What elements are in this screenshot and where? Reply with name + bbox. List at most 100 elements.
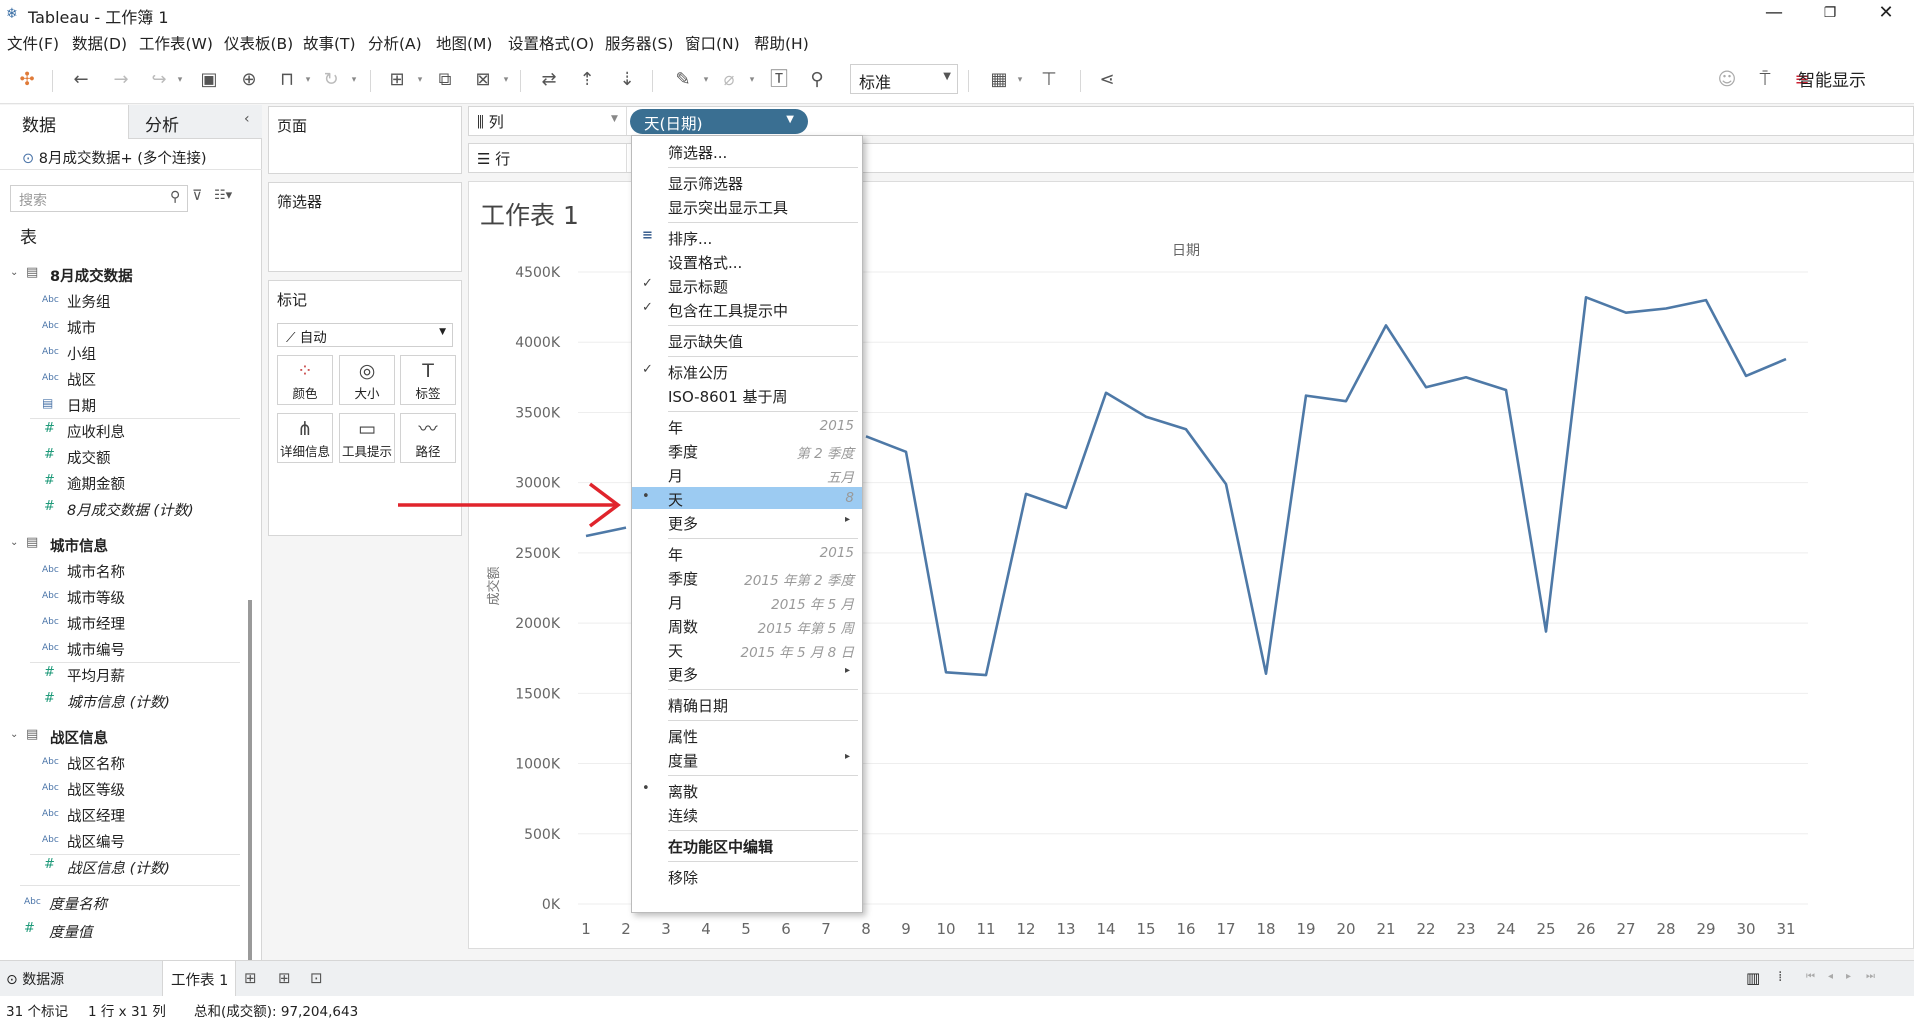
fit-select[interactable]: 标准 ▼	[850, 64, 958, 94]
menu-item[interactable]: 月 2015 年 5 月	[632, 590, 862, 613]
highlight-dropdown-icon[interactable]: ▾	[700, 68, 712, 92]
first-sheet-icon[interactable]: ⏮	[1806, 971, 1815, 982]
sort-descending-icon[interactable]: ⇣	[614, 68, 640, 92]
data-point[interactable]	[1423, 384, 1429, 390]
mark-type-select[interactable]: ⟋ 自动 ▼	[277, 323, 453, 347]
menu-item[interactable]: • 天 8	[632, 487, 862, 509]
highlight-icon[interactable]: ✎	[670, 68, 696, 92]
menu-item[interactable]: 设置格式...	[632, 250, 862, 272]
next-sheet-icon[interactable]: ▸	[1846, 971, 1851, 982]
menu-analysis[interactable]: 分析(A)	[368, 32, 422, 54]
tooltip-button[interactable]: ▭ 工具提示	[339, 413, 395, 463]
data-point[interactable]	[1743, 373, 1749, 379]
menu-item[interactable]: 移除	[632, 865, 862, 887]
duplicate-sheet-icon[interactable]: ⧉	[432, 68, 458, 92]
clear-sheet-icon[interactable]: ⊠	[470, 68, 496, 92]
tableau-home-icon[interactable]: ✣	[14, 68, 40, 92]
close-button[interactable]: ✕	[1858, 0, 1914, 28]
data-point[interactable]	[1503, 387, 1509, 393]
ask-data-icon[interactable]: ☺	[1714, 68, 1740, 92]
measure-field[interactable]: # 平均月薪	[0, 663, 240, 687]
dimension-field[interactable]: Abc 业务组	[0, 289, 240, 313]
menu-item[interactable]: 显示筛选器	[632, 171, 862, 193]
dimension-field[interactable]: Abc 小组	[0, 341, 240, 365]
chevron-down-icon[interactable]: ⌄	[10, 729, 18, 740]
show-me-button[interactable]: 智能显示	[1798, 66, 1866, 91]
sheet-tab-1[interactable]: 工作表 1	[162, 961, 236, 997]
menu-item[interactable]: ✓ 包含在工具提示中	[632, 298, 862, 320]
filters-card[interactable]: 筛选器	[268, 182, 462, 272]
menu-item[interactable]: 季度 第 2 季度	[632, 439, 862, 462]
pause-dropdown-icon[interactable]: ▾	[302, 68, 314, 92]
menu-item[interactable]: 显示缺失值	[632, 329, 862, 351]
new-worksheet-dropdown-icon[interactable]: ▾	[414, 68, 426, 92]
group-members-icon[interactable]: ⌀	[716, 68, 742, 92]
dimension-field[interactable]: Abc 城市经理	[0, 611, 240, 635]
day-date-pill[interactable]: 天(日期) ▼	[630, 109, 808, 134]
data-point[interactable]	[1303, 393, 1309, 399]
save-icon[interactable]: ▣	[196, 68, 222, 92]
menu-item[interactable]: 周数 2015 年第 5 周	[632, 614, 862, 637]
new-worksheet-icon[interactable]: ⊞	[384, 68, 410, 92]
dimension-field[interactable]: Abc 战区等级	[0, 777, 240, 801]
data-point[interactable]	[1783, 356, 1789, 362]
data-point[interactable]	[1143, 414, 1149, 420]
pages-card[interactable]: 页面	[268, 106, 462, 174]
new-datasource-icon[interactable]: ⊕	[236, 68, 262, 92]
measure-field[interactable]: # 应收利息	[0, 419, 240, 443]
swap-axes-icon[interactable]: ⇄	[536, 68, 562, 92]
dimension-field[interactable]: Abc 战区	[0, 367, 240, 391]
detail-button[interactable]: ⋔ 详细信息	[277, 413, 333, 463]
data-point[interactable]	[1343, 398, 1349, 404]
pin-axes-icon[interactable]: ⚲	[804, 68, 830, 92]
data-point[interactable]	[1663, 306, 1669, 312]
dimension-field[interactable]: Abc 战区经理	[0, 803, 240, 827]
maximize-button[interactable]: ❐	[1802, 0, 1858, 28]
new-story-tab-icon[interactable]: ⊡	[310, 969, 323, 987]
data-point[interactable]	[1703, 297, 1709, 303]
data-point[interactable]	[1623, 310, 1629, 316]
menu-item[interactable]: 连续	[632, 803, 862, 825]
data-point[interactable]	[983, 672, 989, 678]
last-sheet-icon[interactable]: ⏭	[1866, 971, 1875, 982]
dimension-field[interactable]: Abc 城市编号	[0, 637, 240, 661]
menu-file[interactable]: 文件(F)	[7, 32, 59, 54]
measure-names-field[interactable]: Abc 度量名称	[0, 891, 240, 915]
color-button[interactable]: ⁘ 颜色	[277, 355, 333, 405]
data-point[interactable]	[1543, 629, 1549, 635]
menu-item[interactable]: 更多 ▸	[632, 662, 862, 684]
label-button[interactable]: T 标签	[400, 355, 456, 405]
data-point[interactable]	[863, 433, 869, 439]
minimize-button[interactable]: —	[1746, 0, 1802, 28]
data-point[interactable]	[1383, 322, 1389, 328]
show-cards-dropdown-icon[interactable]: ▾	[1014, 68, 1026, 92]
pause-updates-icon[interactable]: ⊓	[274, 68, 300, 92]
dimension-field[interactable]: Abc 城市	[0, 315, 240, 339]
menu-item[interactable]: ISO-8601 基于周	[632, 384, 862, 406]
dimension-field[interactable]: Abc 战区编号	[0, 829, 240, 853]
menu-item[interactable]: 显示突出显示工具	[632, 195, 862, 217]
menu-item[interactable]: 度量 ▸	[632, 748, 862, 770]
menu-help[interactable]: 帮助(H)	[754, 32, 809, 54]
show-cards-icon[interactable]: ▦	[986, 68, 1012, 92]
data-point[interactable]	[1583, 294, 1589, 300]
dimension-field[interactable]: Abc 城市名称	[0, 559, 240, 583]
data-point[interactable]	[1103, 390, 1109, 396]
clear-dropdown-icon[interactable]: ▾	[500, 68, 512, 92]
dimension-field[interactable]: ▤ 日期	[0, 393, 240, 417]
measure-field[interactable]: # 逾期金额	[0, 471, 240, 495]
menu-item[interactable]: 在功能区中编辑	[632, 834, 862, 856]
menu-item[interactable]: • 离散	[632, 779, 862, 801]
menu-item[interactable]: ≡ 排序...	[632, 226, 862, 248]
menu-data[interactable]: 数据(D)	[72, 32, 127, 54]
data-point[interactable]	[1223, 481, 1229, 487]
data-pane-scrollbar[interactable]	[248, 600, 252, 1019]
replay-dropdown-icon[interactable]: ▾	[174, 68, 186, 92]
dimension-field[interactable]: Abc 战区名称	[0, 751, 240, 775]
table-group[interactable]: ⌄ ▤ 战区信息	[0, 725, 240, 749]
menu-item[interactable]: 月 五月	[632, 463, 862, 486]
sort-ascending-icon[interactable]: ⇡	[574, 68, 600, 92]
measure-field[interactable]: # 成交额	[0, 445, 240, 469]
data-point[interactable]	[583, 533, 589, 539]
data-point[interactable]	[943, 669, 949, 675]
